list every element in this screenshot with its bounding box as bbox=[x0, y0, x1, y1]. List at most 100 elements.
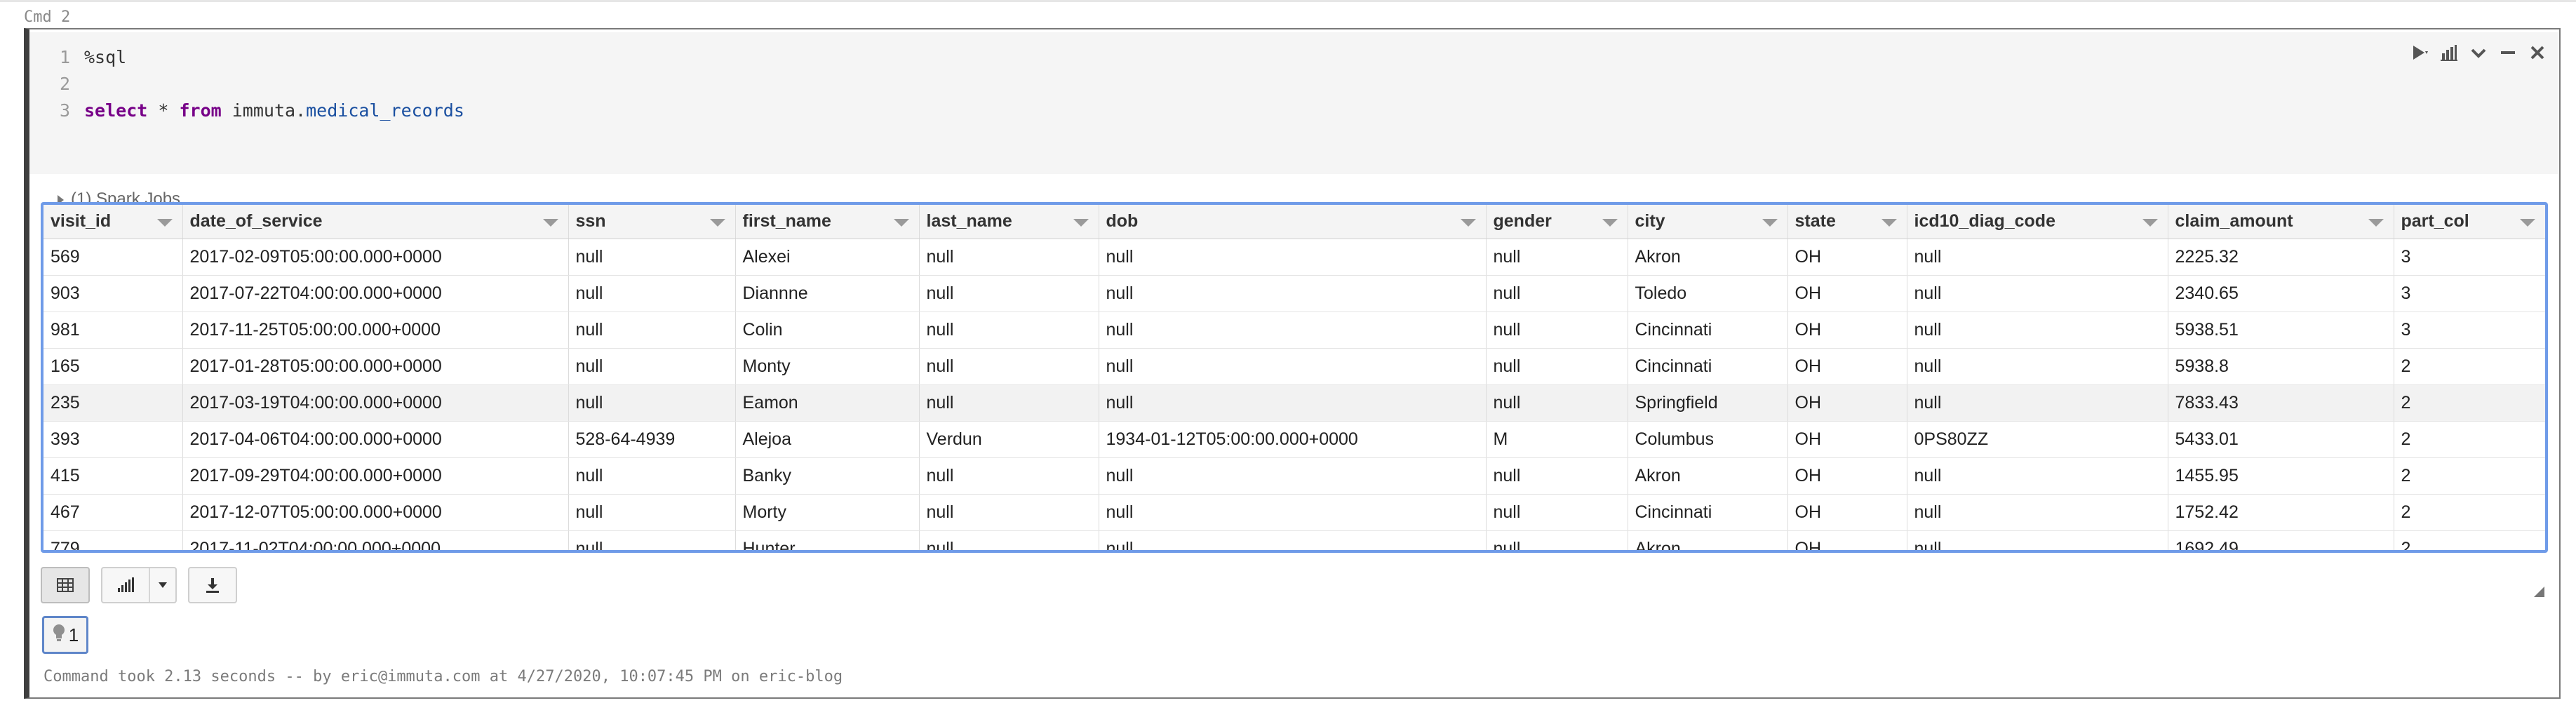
column-header-label: state bbox=[1795, 211, 1836, 232]
column-header-label: icd10_diag_code bbox=[1914, 211, 2055, 232]
table-cell: Cincinnati bbox=[1628, 312, 1788, 349]
chevron-down-icon[interactable] bbox=[2469, 43, 2488, 62]
column-header-ssn[interactable]: ssn bbox=[568, 205, 736, 239]
column-header-date-of-service[interactable]: date_of_service bbox=[182, 205, 569, 239]
download-icon bbox=[189, 568, 236, 602]
table-row[interactable]: 415 2017-09-29T04:00:00.000+0000 null Banky… bbox=[43, 457, 2545, 495]
table-cell: OH bbox=[1787, 239, 1907, 276]
table-cell: Alejoa bbox=[735, 421, 920, 458]
sort-caret-icon[interactable] bbox=[1073, 219, 1089, 227]
chart-dropdown-caret-icon[interactable] bbox=[149, 568, 175, 602]
close-icon[interactable] bbox=[2528, 43, 2547, 62]
table-row[interactable]: 393 2017-04-06T04:00:00.000+0000 528-64-49… bbox=[43, 421, 2545, 458]
sort-caret-icon[interactable] bbox=[542, 219, 558, 227]
sort-caret-icon[interactable] bbox=[893, 219, 909, 227]
table-cell: Morty bbox=[735, 494, 920, 531]
line-number: 2 bbox=[59, 74, 70, 94]
code-token: * bbox=[147, 100, 180, 121]
table-cell: OH bbox=[1787, 348, 1907, 385]
table-row[interactable]: 903 2017-07-22T04:00:00.000+0000 null Diann… bbox=[43, 275, 2545, 312]
table-cell: null bbox=[919, 312, 1099, 349]
column-header-dob[interactable]: dob bbox=[1099, 205, 1487, 239]
table-cell: null bbox=[1907, 239, 2168, 276]
table-cell: 1455.95 bbox=[2168, 457, 2394, 495]
sort-caret-icon[interactable] bbox=[709, 219, 725, 227]
column-header-claim-amount[interactable]: claim_amount bbox=[2168, 205, 2394, 239]
table-cell: Akron bbox=[1628, 457, 1788, 495]
code-line[interactable]: 3 select * from immuta.medical_records bbox=[29, 97, 2558, 125]
table-cell: 1692.49 bbox=[2168, 530, 2394, 550]
notebook-cell[interactable]: 1 %sql 2 3 select * from immuta.medical_reco… bbox=[24, 28, 2561, 699]
cell-command-label: Cmd 2 bbox=[24, 8, 71, 26]
column-header-part-col[interactable]: part_col bbox=[2394, 205, 2545, 239]
table-cell: null bbox=[1486, 239, 1628, 276]
table-cell: 3 bbox=[2394, 275, 2545, 312]
column-header-label: claim_amount bbox=[2175, 211, 2293, 232]
table-cell: Eamon bbox=[735, 384, 920, 422]
column-header-label: gender bbox=[1493, 211, 1552, 232]
sort-caret-icon[interactable] bbox=[156, 219, 173, 227]
table-cell: 5433.01 bbox=[2168, 421, 2394, 458]
column-header-visit-id[interactable]: visit_id bbox=[43, 205, 183, 239]
table-cell: null bbox=[1486, 457, 1628, 495]
table-row[interactable]: 235 2017-03-19T04:00:00.000+0000 null Eamon… bbox=[43, 384, 2545, 422]
sort-caret-icon[interactable] bbox=[1881, 219, 1897, 227]
minimize-icon[interactable] bbox=[2499, 43, 2517, 62]
column-header-label: dob bbox=[1106, 211, 1139, 232]
table-cell: 2 bbox=[2394, 384, 2545, 422]
chart-type-button[interactable] bbox=[101, 567, 177, 603]
run-icon[interactable] bbox=[2410, 43, 2429, 62]
table-cell: 2340.65 bbox=[2168, 275, 2394, 312]
table-cell: Monty bbox=[735, 348, 920, 385]
table-cell: 779 bbox=[43, 530, 183, 550]
table-view-button[interactable] bbox=[41, 567, 90, 603]
table-cell: OH bbox=[1787, 312, 1907, 349]
column-header-last-name[interactable]: last_name bbox=[919, 205, 1099, 239]
table-cell: null bbox=[1907, 494, 2168, 531]
table-row[interactable]: 467 2017-12-07T05:00:00.000+0000 null Morty… bbox=[43, 494, 2545, 531]
download-button[interactable] bbox=[188, 567, 237, 603]
table-row[interactable]: 165 2017-01-28T05:00:00.000+0000 null Monty… bbox=[43, 348, 2545, 385]
line-number: 1 bbox=[59, 47, 70, 67]
table-cell: 2017-07-22T04:00:00.000+0000 bbox=[182, 275, 569, 312]
table-row[interactable]: 779 2017-11-02T04:00:00.000+0000 null Hunte… bbox=[43, 530, 2545, 550]
resize-handle-icon[interactable] bbox=[2531, 584, 2545, 598]
table-cell: Cincinnati bbox=[1628, 348, 1788, 385]
sql-keyword: from bbox=[179, 100, 222, 121]
sort-caret-icon[interactable] bbox=[2519, 219, 2535, 227]
column-header-first-name[interactable]: first_name bbox=[735, 205, 920, 239]
code-editor[interactable]: 1 %sql 2 3 select * from immuta.medical_reco… bbox=[29, 32, 2558, 174]
code-line[interactable]: 2 bbox=[29, 70, 2558, 98]
table-row[interactable]: 981 2017-11-25T05:00:00.000+0000 null Colin… bbox=[43, 312, 2545, 349]
table-cell: 393 bbox=[43, 421, 183, 458]
chart-icon[interactable] bbox=[2440, 43, 2458, 62]
results-table[interactable]: visit_id date_of_service ssn first_name last… bbox=[41, 202, 2548, 553]
table-row[interactable]: 569 2017-02-09T05:00:00.000+0000 null Alexe… bbox=[43, 239, 2545, 276]
table-cell: OH bbox=[1787, 275, 1907, 312]
column-header-icd10-diag-code[interactable]: icd10_diag_code bbox=[1907, 205, 2168, 239]
table-cell: 2 bbox=[2394, 421, 2545, 458]
sort-caret-icon[interactable] bbox=[1762, 219, 1778, 227]
top-divider bbox=[0, 0, 2576, 2]
sort-caret-icon[interactable] bbox=[1602, 219, 1618, 227]
table-cell: OH bbox=[1787, 457, 1907, 495]
table-cell: 2017-11-25T05:00:00.000+0000 bbox=[182, 312, 569, 349]
table-cell: 1934-01-12T05:00:00.000+0000 bbox=[1099, 421, 1487, 458]
table-cell: null bbox=[919, 384, 1099, 422]
sort-caret-icon[interactable] bbox=[2368, 219, 2384, 227]
lightbulb-hints-button[interactable]: 1 bbox=[42, 616, 88, 654]
bar-chart-icon bbox=[102, 568, 149, 602]
column-header-city[interactable]: city bbox=[1628, 205, 1788, 239]
column-header-label: ssn bbox=[575, 211, 606, 232]
table-icon bbox=[42, 568, 88, 602]
table-cell: null bbox=[1099, 312, 1487, 349]
line-number: 3 bbox=[59, 100, 70, 121]
sort-caret-icon[interactable] bbox=[2142, 219, 2158, 227]
table-cell: 7833.43 bbox=[2168, 384, 2394, 422]
code-line[interactable]: 1 %sql bbox=[29, 43, 2558, 72]
column-header-gender[interactable]: gender bbox=[1486, 205, 1628, 239]
sort-caret-icon[interactable] bbox=[1460, 219, 1476, 227]
table-cell: 467 bbox=[43, 494, 183, 531]
table-cell: null bbox=[1907, 457, 2168, 495]
column-header-state[interactable]: state bbox=[1787, 205, 1907, 239]
